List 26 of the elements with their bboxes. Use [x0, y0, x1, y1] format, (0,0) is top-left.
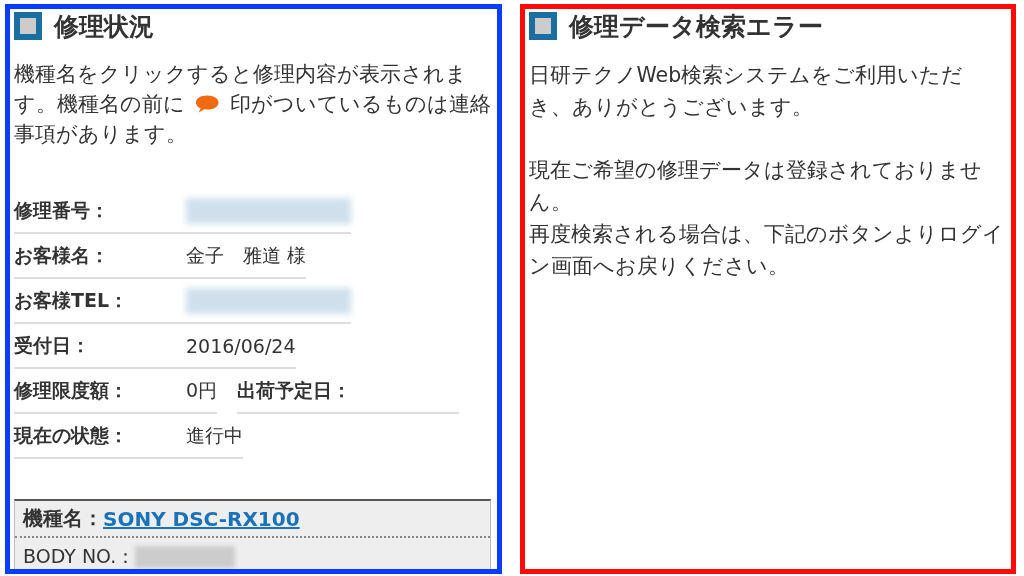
instruction-text: 事項があります。	[14, 121, 187, 148]
message-text: 再度検索される場合は、下記のボタンよりログイン画面へお戻りください。	[528, 221, 1005, 280]
message-text: 日研テクノWeb検索システムをご利用いただき、ありがとうございます。	[528, 62, 965, 121]
section-title: 修理データ検索エラー	[568, 10, 823, 43]
field-label: お客様名：	[14, 242, 110, 268]
field-label: 修理限度額：	[14, 377, 129, 403]
field-label: 修理番号：	[14, 197, 110, 223]
message-text: 現在ご希望の修理データは登録されておりません。	[528, 157, 983, 216]
heading-square-icon	[528, 12, 557, 40]
instruction-text: 機種名をクリックすると修理内容が表示されま	[14, 61, 467, 88]
field-label: 受付日：	[14, 332, 91, 358]
field-value: 金子 雅道 様	[186, 242, 307, 268]
field-label: お客様TEL：	[14, 287, 130, 313]
model-label: 機種名：	[23, 505, 103, 532]
field-label: 出荷予定日：	[237, 377, 353, 403]
model-link[interactable]: SONY DSC-RX100	[103, 506, 300, 531]
heading-square-icon	[14, 12, 42, 40]
speech-bubble-icon	[195, 94, 220, 114]
field-value: 0円	[186, 377, 218, 403]
section-title: 修理状況	[54, 10, 154, 43]
instruction-text: 印がついているものは連絡	[229, 91, 491, 118]
body-number-label: BODY NO.：	[23, 544, 136, 569]
instruction-text: す。機種名の前に	[14, 91, 185, 118]
field-value: 2016/06/24	[186, 334, 296, 357]
field-value: 進行中	[186, 422, 243, 448]
field-label: 現在の状態：	[14, 422, 129, 448]
